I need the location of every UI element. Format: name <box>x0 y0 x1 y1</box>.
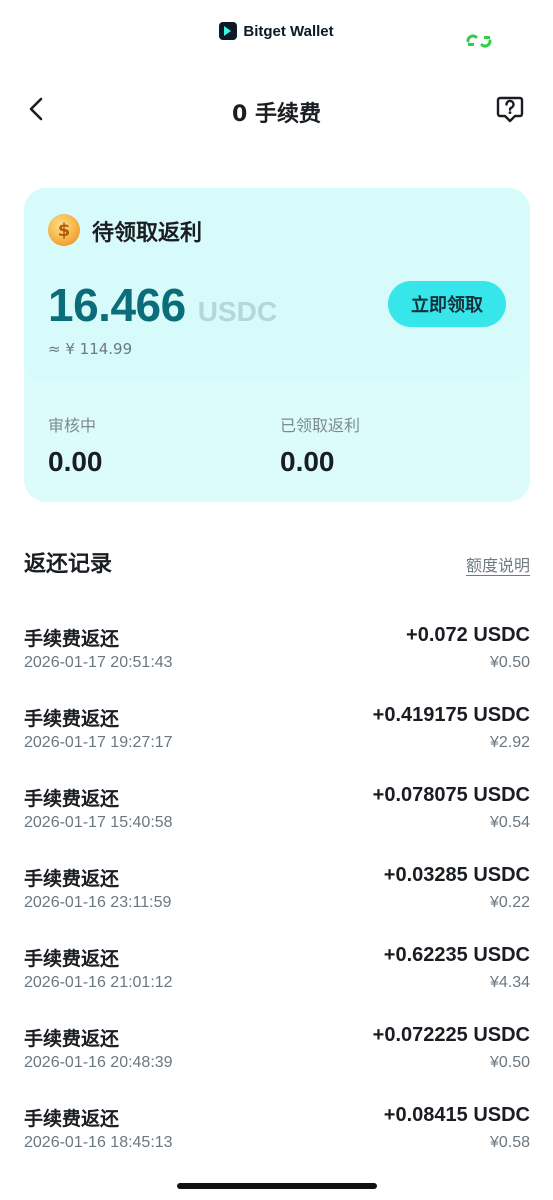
record-amount: +0.62235 USDC <box>383 944 530 966</box>
record-row[interactable]: 手续费返还 2026-01-17 20:51:43 +0.072 USDC ¥0… <box>24 620 530 700</box>
record-time: 2026-01-17 19:27:17 <box>24 734 173 751</box>
record-row[interactable]: 手续费返还 2026-01-17 19:27:17 +0.419175 USDC… <box>24 700 530 780</box>
record-title: 手续费返还 <box>24 628 120 650</box>
record-title: 手续费返还 <box>24 1108 120 1130</box>
record-row[interactable]: 手续费返还 2026-01-16 18:45:13 +0.08415 USDC … <box>24 1100 530 1180</box>
record-time: 2026-01-16 18:45:13 <box>24 1134 173 1151</box>
record-list: 手续费返还 2026-01-17 20:51:43 +0.072 USDC ¥0… <box>24 620 530 1180</box>
reviewing-label: 审核中 <box>48 416 97 435</box>
record-amount: +0.072225 USDC <box>372 1024 530 1046</box>
home-indicator[interactable] <box>177 1183 377 1189</box>
rebate-card: $ 待领取返利 16.466 USDC ≈ ¥ 114.99 立即领取 审核中 … <box>24 188 530 502</box>
nav-bar: 0 手续费 <box>0 86 553 132</box>
record-time: 2026-01-17 20:51:43 <box>24 654 173 671</box>
record-cny: ¥0.50 <box>489 654 530 671</box>
record-amount: +0.078075 USDC <box>372 784 530 806</box>
claimed-label: 已领取返利 <box>280 416 361 435</box>
help-icon[interactable] <box>495 94 525 124</box>
page-title: 0 手续费 <box>232 102 321 127</box>
record-title: 手续费返还 <box>24 1028 120 1050</box>
record-cny: ¥0.58 <box>489 1134 530 1151</box>
quota-explanation-link[interactable]: 额度说明 <box>466 552 530 576</box>
record-cny: ¥2.92 <box>489 734 530 751</box>
reviewing-value: 0.00 <box>48 446 103 477</box>
pending-rebate-panel: $ 待领取返利 16.466 USDC ≈ ¥ 114.99 立即领取 <box>24 188 530 382</box>
reviewing-stat: 审核中 0.00 <box>48 412 103 478</box>
record-time: 2026-01-16 21:01:12 <box>24 974 173 991</box>
pending-rebate-label: 待领取返利 <box>92 221 203 246</box>
pending-amount: 16.466 USDC <box>48 278 277 332</box>
record-cny: ¥4.34 <box>489 974 530 991</box>
pending-amount-value: 16.466 <box>48 279 186 331</box>
claimed-stat: 已领取返利 0.00 <box>280 412 360 478</box>
claimed-value: 0.00 <box>280 446 335 477</box>
record-row[interactable]: 手续费返还 2026-01-16 20:48:39 +0.072225 USDC… <box>24 1020 530 1100</box>
record-row[interactable]: 手续费返还 2026-01-16 23:11:59 +0.03285 USDC … <box>24 860 530 940</box>
record-title: 手续费返还 <box>24 868 120 890</box>
record-amount: +0.03285 USDC <box>383 864 530 886</box>
record-time: 2026-01-16 20:48:39 <box>24 1054 173 1071</box>
bitget-logo-icon <box>219 22 238 40</box>
claim-now-button[interactable]: 立即领取 <box>388 281 506 327</box>
record-title: 手续费返还 <box>24 788 120 810</box>
record-cny: ¥0.50 <box>489 1054 530 1071</box>
record-row[interactable]: 手续费返还 2026-01-17 15:40:58 +0.078075 USDC… <box>24 780 530 860</box>
coin-icon: $ <box>48 214 80 246</box>
sync-icon <box>466 34 492 48</box>
records-title: 返还记录 <box>24 552 113 577</box>
record-amount: +0.072 USDC <box>406 624 530 646</box>
record-row[interactable]: 手续费返还 2026-01-16 21:01:12 +0.62235 USDC … <box>24 940 530 1020</box>
record-amount: +0.419175 USDC <box>372 704 530 726</box>
pending-amount-unit: USDC <box>197 296 278 327</box>
pending-amount-cny: ≈ ¥ 114.99 <box>48 340 133 358</box>
record-time: 2026-01-17 15:40:58 <box>24 814 173 831</box>
records-header: 返还记录 额度说明 <box>24 546 530 578</box>
record-title: 手续费返还 <box>24 708 120 730</box>
record-amount: +0.08415 USDC <box>383 1104 530 1126</box>
record-cny: ¥0.54 <box>489 814 530 831</box>
record-title: 手续费返还 <box>24 948 120 970</box>
record-cny: ¥0.22 <box>489 894 530 911</box>
record-time: 2026-01-16 23:11:59 <box>24 894 172 911</box>
brand-name: Bitget Wallet <box>243 22 334 40</box>
